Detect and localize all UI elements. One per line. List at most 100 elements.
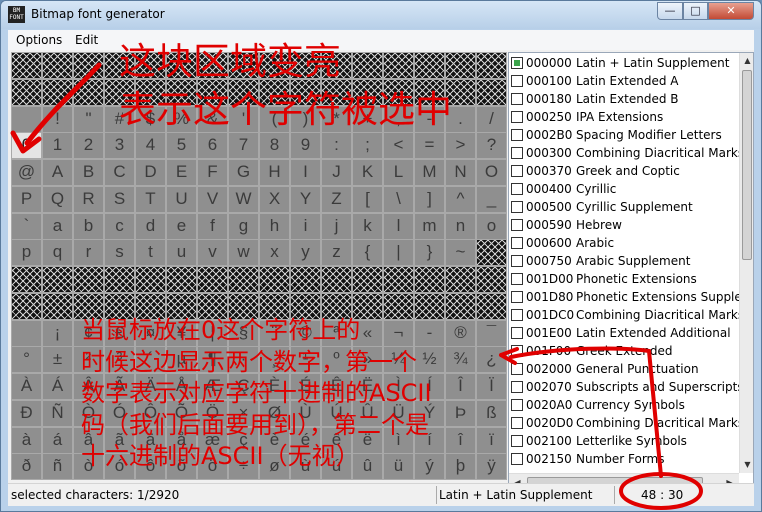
char-cell[interactable] bbox=[476, 266, 507, 293]
char-cell[interactable]: A bbox=[42, 159, 73, 186]
char-cell[interactable]: f bbox=[197, 212, 228, 240]
char-cell[interactable]: n bbox=[445, 212, 476, 240]
char-cell[interactable]: 2 bbox=[73, 132, 104, 160]
charset-row[interactable]: 002000 General Punctuation bbox=[509, 360, 743, 378]
char-cell[interactable]: N bbox=[445, 159, 476, 186]
char-cell[interactable]: W bbox=[228, 185, 259, 213]
char-cell[interactable] bbox=[11, 105, 42, 133]
char-cell[interactable]: ¾ bbox=[445, 346, 476, 374]
charset-checkbox[interactable] bbox=[511, 237, 523, 249]
char-cell[interactable]: ® bbox=[445, 319, 476, 347]
char-cell[interactable] bbox=[42, 78, 73, 106]
char-cell[interactable] bbox=[11, 266, 42, 293]
char-cell[interactable]: S bbox=[104, 185, 135, 213]
char-cell[interactable]: w bbox=[228, 239, 259, 267]
vertical-scrollbar[interactable]: ▲ ▼ bbox=[739, 53, 753, 473]
char-cell[interactable]: Q bbox=[42, 185, 73, 213]
character-set-list[interactable]: 002150 Number Forms 002100 Letterlike Symbo… bbox=[508, 52, 754, 491]
char-cell[interactable]: l bbox=[383, 212, 414, 240]
charset-checkbox[interactable] bbox=[511, 111, 523, 123]
scrollbar-thumb[interactable] bbox=[742, 70, 752, 260]
charset-checkbox[interactable] bbox=[511, 129, 523, 141]
charset-checkbox[interactable] bbox=[511, 273, 523, 285]
char-cell[interactable] bbox=[42, 52, 73, 79]
scroll-down-icon[interactable]: ▼ bbox=[740, 457, 753, 472]
char-cell[interactable]: ð bbox=[11, 453, 42, 481]
char-cell[interactable]: j bbox=[321, 212, 352, 240]
char-cell[interactable]: g bbox=[228, 212, 259, 240]
charset-row[interactable]: 000180 Latin Extended B bbox=[509, 90, 743, 108]
char-cell[interactable]: ^ bbox=[445, 185, 476, 213]
charset-row[interactable]: 000370 Greek and Coptic bbox=[509, 162, 743, 180]
char-cell[interactable]: 3 bbox=[104, 132, 135, 160]
char-cell[interactable]: á bbox=[42, 426, 73, 454]
charset-row[interactable]: 001D80 Phonetic Extensions Supple. bbox=[509, 288, 743, 306]
char-cell[interactable]: ¡ bbox=[42, 319, 73, 347]
char-cell[interactable]: p bbox=[11, 239, 42, 267]
charset-checkbox[interactable] bbox=[511, 201, 523, 213]
char-cell[interactable] bbox=[445, 292, 476, 320]
char-cell[interactable]: J bbox=[321, 159, 352, 186]
char-cell[interactable]: a bbox=[42, 212, 73, 240]
char-cell[interactable]: U bbox=[166, 185, 197, 213]
char-cell[interactable]: \ bbox=[383, 185, 414, 213]
char-cell[interactable]: I bbox=[290, 159, 321, 186]
char-cell[interactable] bbox=[73, 266, 104, 293]
char-cell[interactable] bbox=[11, 292, 42, 320]
charset-checkbox[interactable] bbox=[511, 255, 523, 267]
char-cell[interactable]: ] bbox=[414, 185, 445, 213]
char-cell[interactable] bbox=[166, 266, 197, 293]
char-cell[interactable]: V bbox=[197, 185, 228, 213]
charset-checkbox[interactable] bbox=[511, 453, 523, 465]
char-cell[interactable]: m bbox=[414, 212, 445, 240]
charset-checkbox[interactable] bbox=[511, 381, 523, 393]
charset-row[interactable]: 000590 Hebrew bbox=[509, 216, 743, 234]
char-cell[interactable]: > bbox=[445, 132, 476, 160]
char-cell[interactable]: [ bbox=[352, 185, 383, 213]
charset-row[interactable]: 002100 Letterlike Symbols bbox=[509, 432, 743, 450]
char-cell-selected[interactable]: 0 bbox=[11, 132, 42, 160]
char-cell[interactable] bbox=[11, 319, 42, 347]
charset-checkbox[interactable] bbox=[511, 93, 523, 105]
minimize-button[interactable]: — bbox=[657, 2, 683, 20]
char-cell[interactable] bbox=[476, 292, 507, 320]
char-cell[interactable]: Ï bbox=[476, 373, 507, 400]
char-cell[interactable]: 1 bbox=[42, 132, 73, 160]
charset-checkbox[interactable] bbox=[511, 417, 523, 429]
char-cell[interactable]: ¯ bbox=[476, 319, 507, 347]
char-cell[interactable]: ï bbox=[476, 426, 507, 454]
charset-row[interactable]: 000300 Combining Diacritical Marks bbox=[509, 144, 743, 162]
charset-row[interactable]: 000400 Cyrillic bbox=[509, 180, 743, 198]
char-cell[interactable] bbox=[321, 266, 352, 293]
char-cell[interactable]: F bbox=[197, 159, 228, 186]
char-cell[interactable]: P bbox=[11, 185, 42, 213]
char-cell[interactable]: À bbox=[11, 373, 42, 400]
char-cell[interactable]: d bbox=[135, 212, 166, 240]
char-cell[interactable] bbox=[228, 266, 259, 293]
char-cell[interactable]: " bbox=[73, 105, 104, 133]
char-cell[interactable]: x bbox=[259, 239, 290, 267]
charset-row[interactable]: 0002B0 Spacing Modifier Letters bbox=[509, 126, 743, 144]
char-cell[interactable]: _ bbox=[476, 185, 507, 213]
charset-row[interactable]: 000750 Arabic Supplement bbox=[509, 252, 743, 270]
char-cell[interactable]: Y bbox=[290, 185, 321, 213]
char-cell[interactable]: r bbox=[73, 239, 104, 267]
charset-checkbox[interactable] bbox=[511, 219, 523, 231]
char-cell[interactable] bbox=[73, 78, 104, 106]
char-cell[interactable] bbox=[73, 52, 104, 79]
charset-row[interactable]: 000000 Latin + Latin Supplement bbox=[509, 54, 743, 72]
charset-row[interactable]: 000100 Latin Extended A bbox=[509, 72, 743, 90]
char-cell[interactable] bbox=[42, 266, 73, 293]
char-cell[interactable] bbox=[476, 78, 507, 106]
char-cell[interactable]: ? bbox=[476, 132, 507, 160]
scroll-up-icon[interactable]: ▲ bbox=[740, 53, 753, 68]
char-cell[interactable]: u bbox=[166, 239, 197, 267]
charset-checkbox[interactable] bbox=[511, 75, 523, 87]
char-cell[interactable]: 8 bbox=[259, 132, 290, 160]
charset-row[interactable]: 001D00 Phonetic Extensions bbox=[509, 270, 743, 288]
char-cell[interactable]: à bbox=[11, 426, 42, 454]
char-cell[interactable] bbox=[11, 52, 42, 79]
char-cell[interactable]: c bbox=[104, 212, 135, 240]
char-cell[interactable]: G bbox=[228, 159, 259, 186]
char-cell[interactable]: H bbox=[259, 159, 290, 186]
